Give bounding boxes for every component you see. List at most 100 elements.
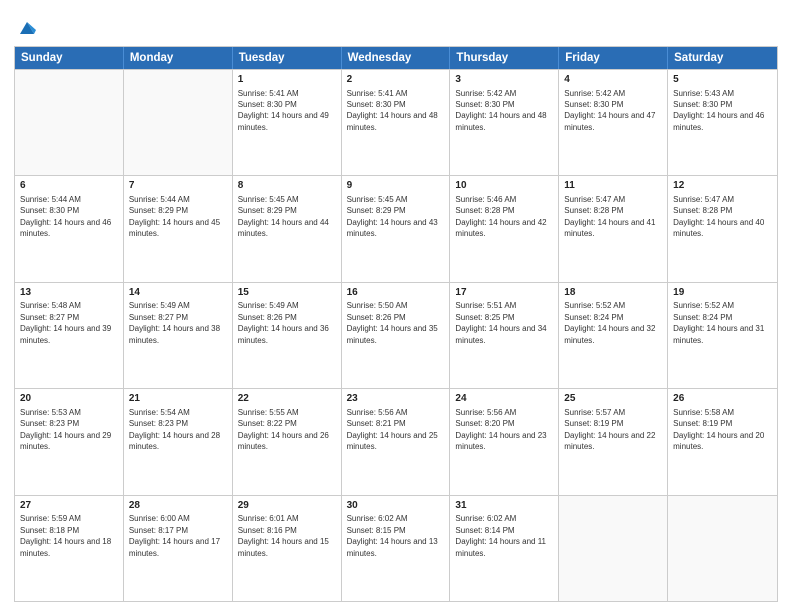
- day-number: 14: [129, 286, 227, 300]
- calendar-cell: 31Sunrise: 6:02 AMSunset: 8:14 PMDayligh…: [450, 496, 559, 601]
- cell-text: Sunrise: 5:50 AMSunset: 8:26 PMDaylight:…: [347, 301, 438, 344]
- calendar-cell: 21Sunrise: 5:54 AMSunset: 8:23 PMDayligh…: [124, 389, 233, 494]
- day-number: 27: [20, 499, 118, 513]
- cell-text: Sunrise: 5:43 AMSunset: 8:30 PMDaylight:…: [673, 89, 764, 132]
- day-number: 15: [238, 286, 336, 300]
- cell-text: Sunrise: 5:48 AMSunset: 8:27 PMDaylight:…: [20, 301, 111, 344]
- day-number: 12: [673, 179, 772, 193]
- cell-text: Sunrise: 5:47 AMSunset: 8:28 PMDaylight:…: [673, 195, 764, 238]
- day-number: 24: [455, 392, 553, 406]
- calendar-cell: 24 Sunrise: 5:56 AMSunset: 8:20 PMDayligh…: [450, 389, 559, 494]
- day-number: 31: [455, 499, 553, 513]
- cell-text: Sunrise: 5:51 AMSunset: 8:25 PMDaylight:…: [455, 301, 546, 344]
- day-number: 7: [129, 179, 227, 193]
- day-number: 21: [129, 392, 227, 406]
- calendar-cell: [559, 496, 668, 601]
- calendar-cell: 18Sunrise: 5:52 AMSunset: 8:24 PMDayligh…: [559, 283, 668, 388]
- cell-text: Sunrise: 5:58 AMSunset: 8:19 PMDaylight:…: [673, 408, 764, 451]
- cell-text: Sunrise: 5:41 AMSunset: 8:30 PMDaylight:…: [347, 89, 438, 132]
- calendar-cell: 10 Sunrise: 5:46 AMSunset: 8:28 PMDayligh…: [450, 176, 559, 281]
- calendar-cell: 29Sunrise: 6:01 AMSunset: 8:16 PMDayligh…: [233, 496, 342, 601]
- day-number: 22: [238, 392, 336, 406]
- calendar-cell: 7 Sunrise: 5:44 AMSunset: 8:29 PMDaylight…: [124, 176, 233, 281]
- day-number: 6: [20, 179, 118, 193]
- calendar-week-2: 6Sunrise: 5:44 AMSunset: 8:30 PMDaylight…: [15, 175, 777, 281]
- day-number: 25: [564, 392, 662, 406]
- calendar-cell: 4 Sunrise: 5:42 AMSunset: 8:30 PMDaylight…: [559, 70, 668, 175]
- calendar-header-wednesday: Wednesday: [342, 47, 451, 69]
- calendar-cell: 26 Sunrise: 5:58 AMSunset: 8:19 PMDayligh…: [668, 389, 777, 494]
- calendar-cell: 14Sunrise: 5:49 AMSunset: 8:27 PMDayligh…: [124, 283, 233, 388]
- day-number: 19: [673, 286, 772, 300]
- day-number: 18: [564, 286, 662, 300]
- day-number: 1: [238, 73, 336, 87]
- calendar-cell: 2 Sunrise: 5:41 AMSunset: 8:30 PMDaylight…: [342, 70, 451, 175]
- calendar-cell: 9 Sunrise: 5:45 AMSunset: 8:29 PMDaylight…: [342, 176, 451, 281]
- calendar-cell: 12 Sunrise: 5:47 AMSunset: 8:28 PMDayligh…: [668, 176, 777, 281]
- day-number: 17: [455, 286, 553, 300]
- cell-text: Sunrise: 5:56 AMSunset: 8:20 PMDaylight:…: [455, 408, 546, 451]
- day-number: 29: [238, 499, 336, 513]
- logo: [14, 16, 38, 38]
- calendar-week-5: 27Sunrise: 5:59 AMSunset: 8:18 PMDayligh…: [15, 495, 777, 601]
- day-number: 23: [347, 392, 445, 406]
- day-number: 8: [238, 179, 336, 193]
- header: [14, 12, 778, 38]
- cell-text: Sunrise: 5:52 AMSunset: 8:24 PMDaylight:…: [564, 301, 655, 344]
- calendar-header-sunday: Sunday: [15, 47, 124, 69]
- calendar-header-monday: Monday: [124, 47, 233, 69]
- cell-text: Sunrise: 6:02 AMSunset: 8:14 PMDaylight:…: [455, 514, 546, 557]
- calendar-cell: 5 Sunrise: 5:43 AMSunset: 8:30 PMDaylight…: [668, 70, 777, 175]
- calendar-cell: 15Sunrise: 5:49 AMSunset: 8:26 PMDayligh…: [233, 283, 342, 388]
- day-number: 26: [673, 392, 772, 406]
- calendar: SundayMondayTuesdayWednesdayThursdayFrid…: [14, 46, 778, 602]
- cell-text: Sunrise: 6:01 AMSunset: 8:16 PMDaylight:…: [238, 514, 329, 557]
- cell-text: Sunrise: 5:52 AMSunset: 8:24 PMDaylight:…: [673, 301, 764, 344]
- calendar-week-3: 13Sunrise: 5:48 AMSunset: 8:27 PMDayligh…: [15, 282, 777, 388]
- day-number: 3: [455, 73, 553, 87]
- cell-text: Sunrise: 5:46 AMSunset: 8:28 PMDaylight:…: [455, 195, 546, 238]
- cell-text: Sunrise: 5:49 AMSunset: 8:26 PMDaylight:…: [238, 301, 329, 344]
- day-number: 2: [347, 73, 445, 87]
- cell-text: Sunrise: 5:41 AMSunset: 8:30 PMDaylight:…: [238, 89, 329, 132]
- calendar-header-friday: Friday: [559, 47, 668, 69]
- cell-text: Sunrise: 5:57 AMSunset: 8:19 PMDaylight:…: [564, 408, 655, 451]
- calendar-cell: 8 Sunrise: 5:45 AMSunset: 8:29 PMDaylight…: [233, 176, 342, 281]
- cell-text: Sunrise: 5:42 AMSunset: 8:30 PMDaylight:…: [564, 89, 655, 132]
- cell-text: Sunrise: 5:59 AMSunset: 8:18 PMDaylight:…: [20, 514, 111, 557]
- cell-text: Sunrise: 5:55 AMSunset: 8:22 PMDaylight:…: [238, 408, 329, 451]
- calendar-cell: 25 Sunrise: 5:57 AMSunset: 8:19 PMDayligh…: [559, 389, 668, 494]
- cell-text: Sunrise: 5:49 AMSunset: 8:27 PMDaylight:…: [129, 301, 220, 344]
- cell-text: Sunrise: 5:53 AMSunset: 8:23 PMDaylight:…: [20, 408, 111, 451]
- day-number: 4: [564, 73, 662, 87]
- day-number: 9: [347, 179, 445, 193]
- calendar-cell: 28Sunrise: 6:00 AMSunset: 8:17 PMDayligh…: [124, 496, 233, 601]
- calendar-header-saturday: Saturday: [668, 47, 777, 69]
- cell-text: Sunrise: 5:45 AMSunset: 8:29 PMDaylight:…: [238, 195, 329, 238]
- day-number: 20: [20, 392, 118, 406]
- calendar-header-thursday: Thursday: [450, 47, 559, 69]
- logo-icon: [16, 16, 38, 38]
- day-number: 28: [129, 499, 227, 513]
- calendar-cell: 1 Sunrise: 5:41 AMSunset: 8:30 PMDaylight…: [233, 70, 342, 175]
- calendar-cell: 16Sunrise: 5:50 AMSunset: 8:26 PMDayligh…: [342, 283, 451, 388]
- calendar-cell: 13Sunrise: 5:48 AMSunset: 8:27 PMDayligh…: [15, 283, 124, 388]
- calendar-cell: 23Sunrise: 5:56 AMSunset: 8:21 PMDayligh…: [342, 389, 451, 494]
- calendar-cell: 20 Sunrise: 5:53 AMSunset: 8:23 PMDayligh…: [15, 389, 124, 494]
- day-number: 13: [20, 286, 118, 300]
- calendar-cell: 3 Sunrise: 5:42 AMSunset: 8:30 PMDaylight…: [450, 70, 559, 175]
- calendar-cell: [124, 70, 233, 175]
- calendar-header-row: SundayMondayTuesdayWednesdayThursdayFrid…: [15, 47, 777, 69]
- cell-text: Sunrise: 5:42 AMSunset: 8:30 PMDaylight:…: [455, 89, 546, 132]
- calendar-header-tuesday: Tuesday: [233, 47, 342, 69]
- cell-text: Sunrise: 5:45 AMSunset: 8:29 PMDaylight:…: [347, 195, 438, 238]
- calendar-cell: 19Sunrise: 5:52 AMSunset: 8:24 PMDayligh…: [668, 283, 777, 388]
- calendar-week-1: 1 Sunrise: 5:41 AMSunset: 8:30 PMDaylight…: [15, 69, 777, 175]
- page: SundayMondayTuesdayWednesdayThursdayFrid…: [0, 0, 792, 612]
- calendar-body: 1 Sunrise: 5:41 AMSunset: 8:30 PMDaylight…: [15, 69, 777, 601]
- day-number: 10: [455, 179, 553, 193]
- calendar-cell: 11Sunrise: 5:47 AMSunset: 8:28 PMDayligh…: [559, 176, 668, 281]
- cell-text: Sunrise: 5:44 AMSunset: 8:29 PMDaylight:…: [129, 195, 220, 238]
- calendar-cell: [668, 496, 777, 601]
- day-number: 5: [673, 73, 772, 87]
